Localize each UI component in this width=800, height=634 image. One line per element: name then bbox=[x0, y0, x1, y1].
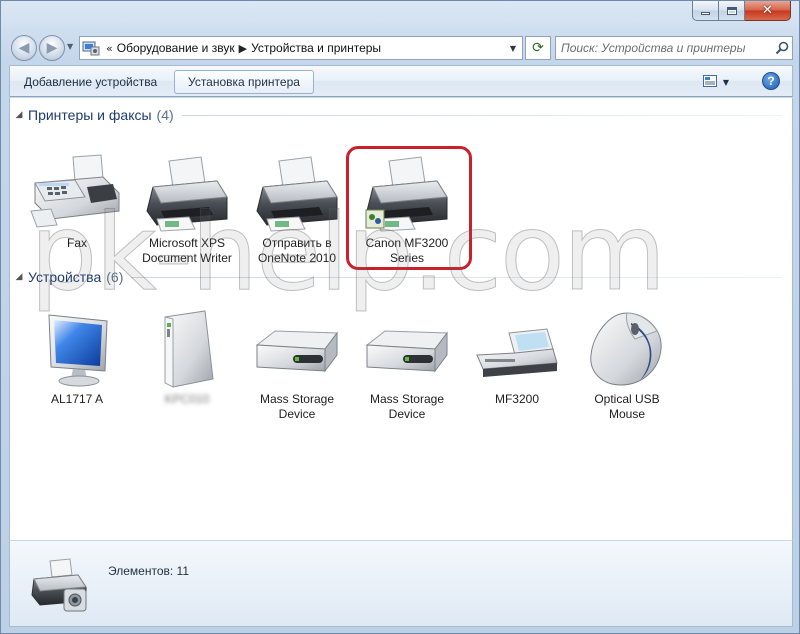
group-header-printers[interactable]: ◢ Принтеры и факсы (4) bbox=[10, 104, 782, 126]
device-label: Optical USB Mouse bbox=[594, 392, 660, 421]
add-device-button[interactable]: Добавление устройства bbox=[16, 70, 165, 94]
breadcrumb-overflow[interactable]: « bbox=[106, 42, 113, 55]
group-title: Принтеры и факсы bbox=[28, 107, 152, 123]
device-label: AL1717 A bbox=[50, 392, 104, 406]
change-view-button[interactable]: ▼ bbox=[698, 72, 734, 92]
close-icon: ✕ bbox=[762, 3, 773, 18]
back-button[interactable]: ◀ bbox=[11, 35, 37, 61]
device-label: KPC010 bbox=[164, 392, 210, 406]
group-header-devices[interactable]: ◢ Устройства (6) bbox=[10, 266, 782, 288]
device-item-mouse[interactable]: Optical USB Mouse bbox=[574, 309, 680, 422]
collapse-arrow-icon[interactable]: ◢ bbox=[10, 110, 28, 120]
address-bar[interactable]: « Оборудование и звук ▶ Устройства и при… bbox=[79, 36, 523, 60]
details-pane: Элементов: 11 bbox=[9, 540, 793, 627]
refresh-icon: ⟳ bbox=[532, 40, 544, 56]
search-icon[interactable] bbox=[772, 38, 792, 58]
minimize-icon bbox=[701, 12, 710, 15]
devices-and-printers-icon bbox=[28, 557, 92, 617]
devices-and-printers-window: ✕ ◀ ▶ ▼ « Оборудование и звук ▶ Устройст… bbox=[0, 0, 800, 634]
item-count-label: Элементов: 11 bbox=[108, 564, 189, 578]
fax-icon bbox=[29, 153, 125, 233]
mouse-icon bbox=[579, 309, 675, 389]
hard-drive-icon bbox=[359, 309, 455, 389]
chevron-down-icon: ▼ bbox=[722, 77, 730, 87]
printer-icon bbox=[249, 153, 345, 233]
device-item-fax[interactable]: Fax bbox=[24, 153, 130, 251]
group-count: (6) bbox=[106, 269, 124, 285]
scanner-icon bbox=[469, 309, 565, 389]
monitor-icon bbox=[29, 309, 125, 389]
recent-pages-dropdown[interactable]: ▼ bbox=[67, 42, 73, 51]
address-dropdown-icon[interactable]: ▼ bbox=[504, 37, 522, 59]
caption-buttons: ✕ bbox=[692, 1, 791, 21]
device-label: Microsoft XPS Document Writer bbox=[142, 236, 232, 265]
device-item-mass-storage-2[interactable]: Mass Storage Device bbox=[354, 309, 460, 422]
help-icon: ? bbox=[767, 74, 775, 88]
device-label: Отправить в OneNote 2010 bbox=[257, 236, 337, 265]
device-label: MF3200 bbox=[494, 392, 540, 406]
breadcrumb-separator-icon[interactable]: ▶ bbox=[239, 42, 247, 55]
navigation-bar: ◀ ▶ ▼ « Оборудование и звук ▶ Устройства… bbox=[9, 33, 793, 61]
search-input[interactable]: Поиск: Устройства и принтеры bbox=[561, 41, 772, 55]
close-button[interactable]: ✕ bbox=[745, 1, 791, 21]
highlight-frame bbox=[346, 146, 472, 270]
help-button[interactable]: ? bbox=[762, 72, 780, 90]
device-item-monitor[interactable]: AL1717 A bbox=[24, 309, 130, 407]
device-label: Mass Storage Device bbox=[259, 392, 335, 421]
devices-content-pane: ◢ Принтеры и факсы (4) Fax Microsoft XPS… bbox=[9, 98, 793, 540]
device-item-mass-storage-1[interactable]: Mass Storage Device bbox=[244, 309, 350, 422]
maximize-icon bbox=[726, 6, 737, 15]
device-item-xps-writer[interactable]: Microsoft XPS Document Writer bbox=[134, 153, 240, 266]
control-panel-icon bbox=[80, 37, 102, 59]
forward-arrow-icon: ▶ bbox=[46, 40, 58, 56]
printer-icon bbox=[139, 153, 235, 233]
command-bar: Добавление устройства Установка принтера… bbox=[9, 65, 793, 97]
install-printer-button[interactable]: Установка принтера bbox=[174, 70, 314, 94]
group-divider bbox=[181, 114, 782, 116]
device-label: Mass Storage Device bbox=[369, 392, 445, 421]
group-divider bbox=[131, 276, 782, 278]
device-item-scanner[interactable]: MF3200 bbox=[464, 309, 570, 407]
refresh-button[interactable]: ⟳ bbox=[525, 36, 551, 60]
minimize-button[interactable] bbox=[692, 1, 719, 21]
view-options-icon bbox=[702, 74, 717, 90]
breadcrumb-hardware-and-sound[interactable]: Оборудование и звук bbox=[117, 41, 235, 55]
breadcrumb-devices-and-printers[interactable]: Устройства и принтеры bbox=[251, 41, 381, 55]
search-box[interactable]: Поиск: Устройства и принтеры bbox=[555, 36, 793, 60]
maximize-button[interactable] bbox=[719, 1, 745, 21]
forward-button[interactable]: ▶ bbox=[39, 35, 65, 61]
device-item-onenote[interactable]: Отправить в OneNote 2010 bbox=[244, 153, 350, 266]
group-title: Устройства bbox=[28, 269, 102, 285]
hard-drive-icon bbox=[249, 309, 345, 389]
device-label: Fax bbox=[66, 236, 87, 250]
computer-tower-icon bbox=[139, 309, 235, 389]
device-item-computer[interactable]: KPC010 bbox=[134, 309, 240, 407]
collapse-arrow-icon[interactable]: ◢ bbox=[10, 272, 28, 282]
back-arrow-icon: ◀ bbox=[18, 40, 30, 56]
group-count: (4) bbox=[156, 107, 174, 123]
